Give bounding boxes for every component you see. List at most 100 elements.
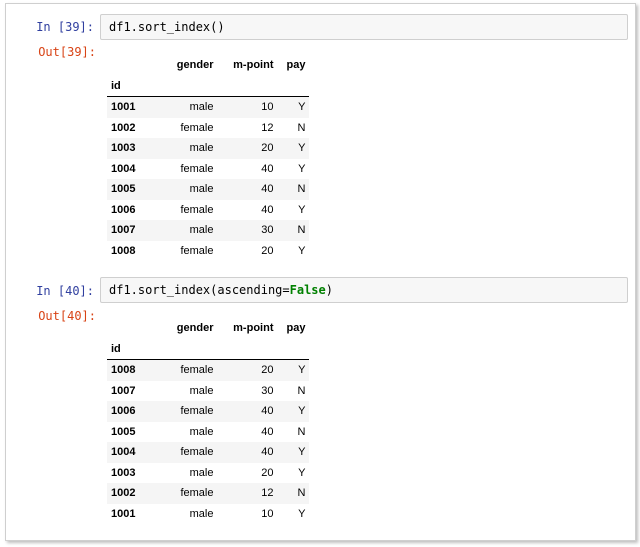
cell-m-point: 20	[261, 466, 274, 479]
cell-pay: N	[297, 384, 306, 397]
index-corner	[107, 55, 147, 76]
index-name: id	[111, 342, 121, 355]
cell-pay: Y	[298, 101, 306, 114]
cell-m-point: 12	[261, 487, 274, 500]
row-index: 1008	[111, 244, 136, 257]
code-keyword-false: False	[289, 283, 326, 297]
cell-pay: N	[297, 425, 306, 438]
cell-pay: N	[297, 183, 306, 196]
column-header-gender: gender	[176, 322, 214, 335]
table-row: 1002 female 12 N	[107, 483, 310, 504]
row-index: 1004	[111, 446, 136, 459]
cell-m-point: 40	[261, 162, 274, 175]
row-index: 1002	[111, 487, 136, 500]
cell-pay: Y	[298, 142, 306, 155]
table-row: 1001 male 10 Y	[107, 96, 310, 118]
column-header-row: gender m-point pay	[107, 55, 309, 76]
column-header-row: gender m-point pay	[107, 318, 309, 339]
row-index: 1007	[111, 224, 136, 237]
code-text-prefix: df1.sort_index(ascending=	[109, 283, 290, 297]
cell-pay: N	[297, 487, 306, 500]
cell-m-point: 10	[261, 101, 274, 114]
table-row: 1005 male 40 N	[107, 179, 310, 200]
row-index: 1005	[111, 425, 136, 438]
code-text-suffix: )	[325, 283, 333, 297]
dataframe-output-39: gender m-point pay id 1001 male 10 Y 1002 fem…	[107, 55, 310, 262]
cell-m-point: 30	[261, 384, 274, 397]
code-cell-39[interactable]: df1.sort_index()	[100, 14, 628, 40]
dataframe-output-40: gender m-point pay id 1008 female 20 Y 1007 m…	[107, 318, 310, 525]
input-prompt-39: In [39]:	[36, 20, 94, 34]
table-row: 1001 male 10 Y	[107, 504, 309, 525]
cell-m-point: 12	[261, 121, 274, 134]
table-body: 1001 male 10 Y 1002 female 12 N 1003 male 20 Y 1004 f…	[107, 96, 310, 262]
cell-gender: female	[180, 203, 214, 216]
index-name: id	[111, 79, 121, 92]
row-index: 1002	[111, 121, 136, 134]
column-header-pay: pay	[286, 322, 306, 335]
output-prompt-39: Out[39]:	[38, 45, 96, 59]
cell-gender: male	[189, 101, 214, 114]
cell-gender: male	[189, 425, 214, 438]
cell-pay: N	[297, 224, 306, 237]
row-index: 1006	[111, 405, 136, 418]
cell-gender: female	[180, 446, 214, 459]
table-row: 1008 female 20 Y	[107, 241, 309, 262]
table-row: 1006 female 40 Y	[107, 401, 310, 422]
cell-gender: male	[189, 224, 214, 237]
row-index: 1006	[111, 203, 136, 216]
cell-m-point: 40	[261, 405, 274, 418]
table-row: 1004 female 40 Y	[107, 159, 309, 180]
table-row: 1007 male 30 N	[107, 381, 309, 402]
cell-gender: male	[189, 466, 214, 479]
index-name-row: id	[107, 76, 310, 97]
table-row: 1008 female 20 Y	[107, 359, 310, 381]
cell-m-point: 20	[261, 244, 274, 257]
notebook-frame	[5, 3, 636, 541]
row-index: 1001	[111, 101, 136, 114]
cell-pay: Y	[298, 162, 306, 175]
cell-m-point: 40	[261, 446, 274, 459]
cell-gender: male	[189, 183, 214, 196]
cell-m-point: 20	[261, 142, 274, 155]
cell-pay: Y	[298, 466, 306, 479]
cell-gender: male	[189, 384, 214, 397]
cell-gender: female	[180, 162, 214, 175]
cell-pay: Y	[298, 244, 306, 257]
cell-gender: female	[180, 244, 214, 257]
row-index: 1007	[111, 384, 136, 397]
column-header-gender: gender	[176, 59, 214, 72]
cell-gender: female	[180, 364, 214, 377]
row-index: 1004	[111, 162, 136, 175]
row-index: 1001	[111, 507, 136, 520]
index-corner	[107, 318, 147, 339]
input-prompt-40: In [40]:	[36, 284, 94, 298]
cell-m-point: 40	[261, 203, 274, 216]
row-index: 1003	[111, 142, 136, 155]
cell-gender: female	[180, 487, 214, 500]
cell-m-point: 30	[261, 224, 274, 237]
table-row: 1003 male 20 Y	[107, 463, 309, 484]
column-header-pay: pay	[286, 59, 306, 72]
cell-pay: N	[297, 121, 306, 134]
cell-pay: Y	[298, 507, 306, 520]
table-row: 1003 male 20 Y	[107, 138, 310, 159]
cell-gender: female	[180, 405, 214, 418]
column-header-m-point: m-point	[233, 322, 274, 335]
index-name-row: id	[107, 339, 310, 360]
cell-pay: Y	[298, 364, 306, 377]
table-row: 1007 male 30 N	[107, 220, 310, 241]
code-text: df1.sort_index()	[109, 20, 225, 34]
cell-gender: female	[180, 121, 214, 134]
table-row: 1006 female 40 Y	[107, 200, 309, 221]
code-cell-40[interactable]: df1.sort_index(ascending=False)	[100, 277, 628, 303]
table-row: 1005 male 40 N	[107, 422, 309, 443]
cell-m-point: 40	[261, 425, 274, 438]
table-row: 1002 female 12 N	[107, 118, 309, 139]
cell-pay: Y	[298, 405, 306, 418]
cell-pay: Y	[298, 203, 306, 216]
row-index: 1003	[111, 466, 136, 479]
row-index: 1005	[111, 183, 136, 196]
cell-gender: male	[189, 142, 214, 155]
row-index: 1008	[111, 364, 136, 377]
